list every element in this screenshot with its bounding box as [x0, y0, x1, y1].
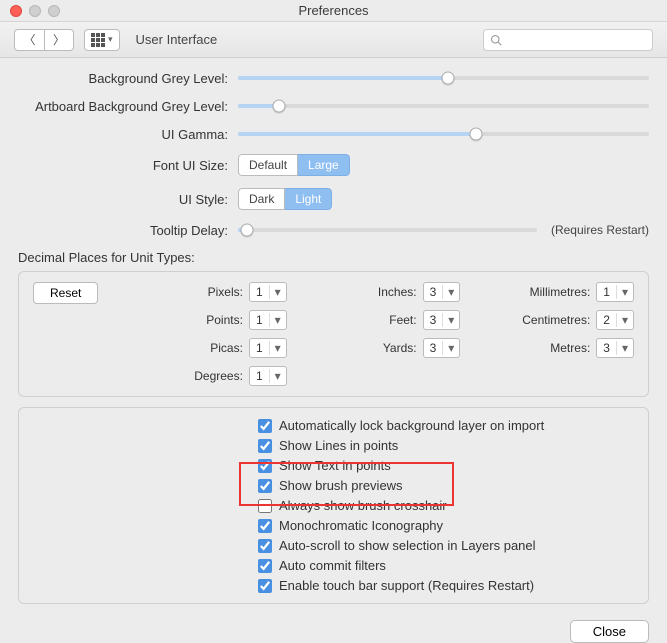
- cm-select[interactable]: 2▾: [596, 310, 634, 330]
- pixels-select[interactable]: 1▾: [249, 282, 287, 302]
- close-button[interactable]: Close: [570, 620, 649, 643]
- decimal-panel: Reset Pixels: 1▾ Points: 1▾ Picas: 1▾ De…: [18, 271, 649, 397]
- chk-showlines[interactable]: Show Lines in points: [258, 438, 634, 453]
- ui-style-dark[interactable]: Dark: [238, 188, 285, 210]
- section-label: User Interface: [136, 32, 218, 47]
- feet-label: Feet:: [301, 313, 417, 327]
- picas-label: Picas:: [127, 341, 243, 355]
- ui-gamma-label: UI Gamma:: [18, 127, 238, 142]
- window-title: Preferences: [0, 3, 667, 18]
- font-ui-label: Font UI Size:: [18, 158, 238, 173]
- degrees-label: Degrees:: [127, 369, 243, 383]
- view-mode-segment[interactable]: ▾: [84, 29, 120, 51]
- chk-touchbar[interactable]: Enable touch bar support (Requires Resta…: [258, 578, 634, 593]
- chk-autolock[interactable]: Automatically lock background layer on i…: [258, 418, 634, 433]
- chk-brushcrosshair[interactable]: Always show brush crosshair: [258, 498, 634, 513]
- font-ui-segment: Default Large: [238, 154, 350, 176]
- back-button[interactable]: 〈: [14, 29, 44, 51]
- title-bar: Preferences: [0, 0, 667, 22]
- mm-label: Millimetres:: [474, 285, 590, 299]
- chk-autocommit[interactable]: Auto commit filters: [258, 558, 634, 573]
- yards-label: Yards:: [301, 341, 417, 355]
- options-panel: Automatically lock background layer on i…: [18, 407, 649, 604]
- ui-style-segment: Dark Light: [238, 188, 332, 210]
- nav-buttons: 〈 〉: [14, 29, 74, 51]
- ui-style-label: UI Style:: [18, 192, 238, 207]
- font-ui-default[interactable]: Default: [238, 154, 298, 176]
- tooltip-delay-label: Tooltip Delay:: [18, 223, 238, 238]
- forward-button[interactable]: 〉: [44, 29, 74, 51]
- pixels-label: Pixels:: [127, 285, 243, 299]
- feet-select[interactable]: 3▾: [423, 310, 461, 330]
- artboard-grey-slider[interactable]: [238, 98, 649, 114]
- chk-autoscroll[interactable]: Auto-scroll to show selection in Layers …: [258, 538, 634, 553]
- points-label: Points:: [127, 313, 243, 327]
- search-input[interactable]: [483, 29, 653, 51]
- degrees-select[interactable]: 1▾: [249, 366, 287, 386]
- reset-button[interactable]: Reset: [33, 282, 98, 304]
- tooltip-delay-slider[interactable]: [238, 222, 537, 238]
- chk-showtext[interactable]: Show Text in points: [258, 458, 634, 473]
- points-select[interactable]: 1▾: [249, 310, 287, 330]
- chk-mono[interactable]: Monochromatic Iconography: [258, 518, 634, 533]
- font-ui-large[interactable]: Large: [298, 154, 350, 176]
- bg-grey-label: Background Grey Level:: [18, 71, 238, 86]
- m-label: Metres:: [474, 341, 590, 355]
- yards-select[interactable]: 3▾: [423, 338, 461, 358]
- artboard-grey-label: Artboard Background Grey Level:: [18, 99, 238, 114]
- bg-grey-slider[interactable]: [238, 70, 649, 86]
- inches-label: Inches:: [301, 285, 417, 299]
- cm-label: Centimetres:: [474, 313, 590, 327]
- chevron-down-icon: ▾: [108, 34, 113, 45]
- ui-style-light[interactable]: Light: [285, 188, 332, 210]
- mm-select[interactable]: 1▾: [596, 282, 634, 302]
- m-select[interactable]: 3▾: [596, 338, 634, 358]
- inches-select[interactable]: 3▾: [423, 282, 461, 302]
- tooltip-hint: (Requires Restart): [537, 223, 649, 237]
- decimal-heading: Decimal Places for Unit Types:: [18, 244, 649, 271]
- ui-gamma-slider[interactable]: [238, 126, 649, 142]
- toolbar: 〈 〉 ▾ User Interface: [0, 22, 667, 58]
- chk-brushpreview[interactable]: Show brush previews: [258, 478, 634, 493]
- search-icon: [490, 34, 502, 46]
- picas-select[interactable]: 1▾: [249, 338, 287, 358]
- grid-icon: [91, 33, 105, 47]
